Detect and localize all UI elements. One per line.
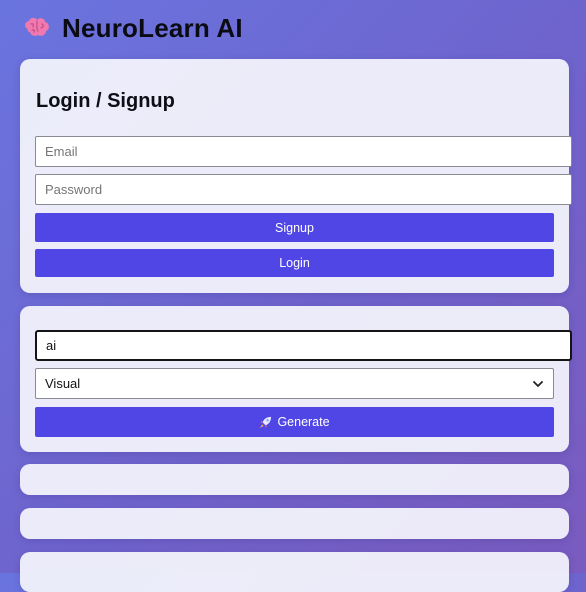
auth-title: Login / Signup xyxy=(36,90,175,112)
generate-button[interactable]: Generate xyxy=(35,407,554,437)
result-card-2 xyxy=(20,508,569,539)
signup-button[interactable]: Signup xyxy=(35,213,554,242)
app-header: NeuroLearn AI xyxy=(22,10,243,46)
generator-card: Visual Generate xyxy=(20,306,572,452)
result-card-3 xyxy=(20,552,569,592)
topic-input[interactable] xyxy=(35,330,572,361)
password-field[interactable] xyxy=(35,174,572,205)
rocket-icon xyxy=(260,416,272,428)
brain-icon xyxy=(25,17,49,36)
email-field[interactable] xyxy=(35,136,572,167)
result-card-1 xyxy=(20,464,569,495)
learning-style-value: Visual xyxy=(45,376,81,391)
generate-label: Generate xyxy=(277,415,330,429)
login-button[interactable]: Login xyxy=(35,249,554,277)
auth-card: Login / Signup Signup Login xyxy=(20,59,572,293)
app-title: NeuroLearn AI xyxy=(62,12,243,43)
learning-style-select[interactable]: Visual xyxy=(35,368,554,399)
chevron-down-icon xyxy=(533,380,543,387)
